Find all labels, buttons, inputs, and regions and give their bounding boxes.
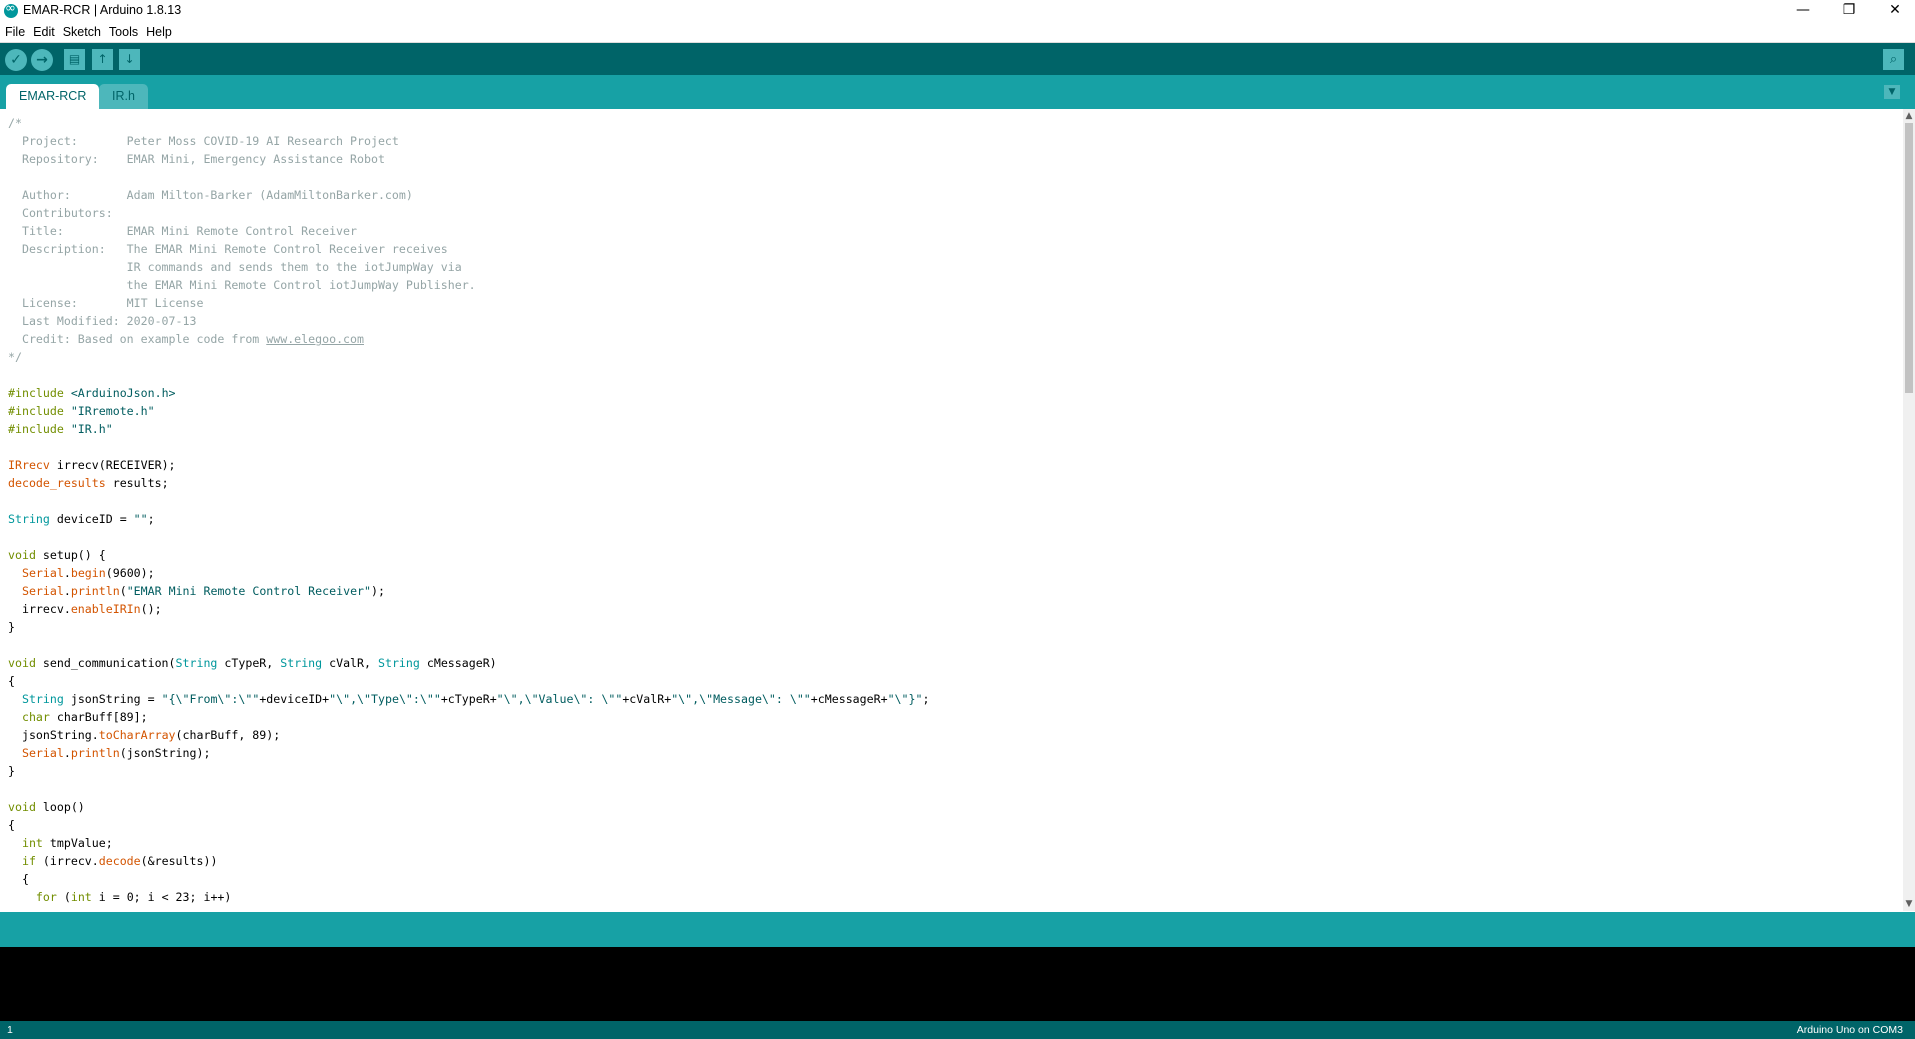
code-line[interactable]: void loop() <box>8 798 929 816</box>
verify-button[interactable]: ✓ <box>5 49 27 71</box>
tab-bar: EMAR-RCR IR.h ▼ <box>0 75 1915 109</box>
code-line[interactable]: ​ <box>8 168 929 186</box>
code-line[interactable]: ​ <box>8 492 929 510</box>
message-bar <box>0 912 1915 947</box>
menu-file[interactable]: File <box>0 22 29 39</box>
code-line[interactable]: Serial.begin(9600); <box>8 564 929 582</box>
code-text[interactable]: /* Project: Peter Moss COVID-19 AI Resea… <box>8 114 929 906</box>
code-line[interactable]: for (int i = 0; i < 23; i++) <box>8 888 929 906</box>
code-line[interactable]: String jsonString = "{\"From\":\""+devic… <box>8 690 930 708</box>
code-line[interactable]: ​ <box>8 438 929 456</box>
code-line[interactable]: char charBuff[89]; <box>8 708 929 726</box>
new-sketch-button[interactable]: ▤ <box>64 49 85 70</box>
tab-emar-rcr[interactable]: EMAR-RCR <box>6 84 100 109</box>
code-line[interactable]: Repository: EMAR Mini, Emergency Assista… <box>8 150 929 168</box>
code-line[interactable]: { <box>8 672 929 690</box>
code-line[interactable]: decode_results results; <box>8 474 929 492</box>
code-line[interactable]: Serial.println("EMAR Mini Remote Control… <box>8 582 929 600</box>
code-line[interactable]: IRrecv irrecv(RECEIVER); <box>8 456 929 474</box>
serial-monitor-button[interactable]: ⌕ <box>1883 49 1904 70</box>
code-line[interactable]: #include "IR.h" <box>8 420 929 438</box>
code-line[interactable]: if (irrecv.decode(&results)) <box>8 852 929 870</box>
code-line[interactable]: ​ <box>8 528 929 546</box>
code-line[interactable]: Last Modified: 2020-07-13 <box>8 312 929 330</box>
code-editor[interactable]: /* Project: Peter Moss COVID-19 AI Resea… <box>0 109 1903 911</box>
scroll-up-icon[interactable]: ▲ <box>1903 109 1915 123</box>
code-line[interactable]: the EMAR Mini Remote Control iotJumpWay … <box>8 276 929 294</box>
status-bar: 1 Arduino Uno on COM3 <box>0 1021 1915 1039</box>
code-line[interactable]: { <box>8 816 929 834</box>
code-line[interactable]: License: MIT License <box>8 294 929 312</box>
code-line[interactable]: void send_communication(String cTypeR, S… <box>8 654 929 672</box>
code-line[interactable]: Author: Adam Milton-Barker (AdamMiltonBa… <box>8 186 929 204</box>
code-line[interactable]: Credit: Based on example code from www.e… <box>8 330 929 348</box>
code-line[interactable]: } <box>8 618 929 636</box>
code-line[interactable]: ​ <box>8 780 929 798</box>
code-line[interactable]: Project: Peter Moss COVID-19 AI Research… <box>8 132 929 150</box>
code-line[interactable]: int tmpValue; <box>8 834 929 852</box>
code-line[interactable]: { <box>8 870 929 888</box>
code-line[interactable]: Contributors: <box>8 204 929 222</box>
code-line[interactable]: void setup() { <box>8 546 929 564</box>
code-line[interactable]: ​ <box>8 366 929 384</box>
code-line[interactable]: /* <box>8 114 929 132</box>
code-line[interactable]: #include "IRremote.h" <box>8 402 929 420</box>
code-line[interactable]: irrecv.enableIRIn(); <box>8 600 929 618</box>
arduino-logo-icon <box>4 1 18 18</box>
line-number: 1 <box>7 1024 13 1036</box>
console-output[interactable] <box>0 947 1915 1021</box>
menu-sketch[interactable]: Sketch <box>59 22 105 39</box>
editor-scrollbar[interactable]: ▲ ▼ <box>1903 109 1915 911</box>
code-line[interactable]: String deviceID = ""; <box>8 510 929 528</box>
code-line[interactable]: ​ <box>8 636 929 654</box>
window-title: EMAR-RCR | Arduino 1.8.13 <box>23 3 182 17</box>
toolbar: ✓ → ▤ ↑ ↓ ⌕ <box>0 43 1915 75</box>
menu-help[interactable]: Help <box>142 22 176 39</box>
tab-menu-icon[interactable]: ▼ <box>1884 85 1900 99</box>
code-line[interactable]: Serial.println(jsonString); <box>8 744 929 762</box>
minimize-button[interactable]: — <box>1780 0 1826 22</box>
menu-tools[interactable]: Tools <box>105 22 142 39</box>
code-line[interactable]: Description: The EMAR Mini Remote Contro… <box>8 240 929 258</box>
menu-bar: File Edit Sketch Tools Help <box>0 22 1915 43</box>
menu-edit[interactable]: Edit <box>29 22 59 39</box>
tab-ir-h[interactable]: IR.h <box>99 84 148 109</box>
code-line[interactable]: #include <ArduinoJson.h> <box>8 384 929 402</box>
open-sketch-button[interactable]: ↑ <box>92 49 113 70</box>
save-sketch-button[interactable]: ↓ <box>119 49 140 70</box>
code-line[interactable]: } <box>8 762 929 780</box>
scroll-thumb[interactable] <box>1905 123 1913 393</box>
close-button[interactable]: ✕ <box>1872 0 1915 22</box>
title-bar: EMAR-RCR | Arduino 1.8.13 — ❐ ✕ <box>0 0 1915 22</box>
code-line[interactable]: IR commands and sends them to the iotJum… <box>8 258 929 276</box>
code-line[interactable]: jsonString.toCharArray(charBuff, 89); <box>8 726 929 744</box>
code-line[interactable]: Title: EMAR Mini Remote Control Receiver <box>8 222 929 240</box>
maximize-button[interactable]: ❐ <box>1826 0 1872 22</box>
upload-button[interactable]: → <box>31 49 53 71</box>
code-line[interactable]: */ <box>8 348 929 366</box>
scroll-down-icon[interactable]: ▼ <box>1903 897 1915 911</box>
board-port-status: Arduino Uno on COM3 <box>1796 1024 1903 1036</box>
